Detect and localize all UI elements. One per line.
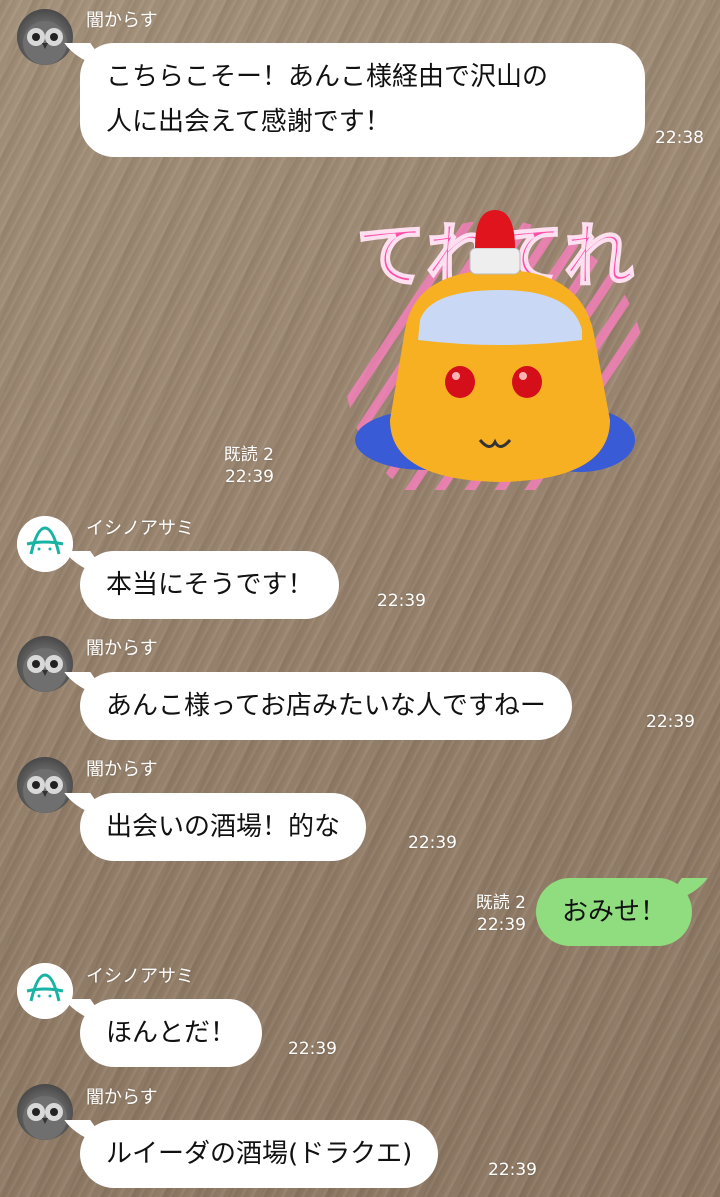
sender-name: 闇からす: [86, 1087, 158, 1108]
read-status: 既読 2: [475, 893, 526, 913]
message-time: 22:39: [477, 915, 526, 935]
message-time: 22:39: [646, 712, 695, 732]
message-time: 22:39: [377, 591, 426, 611]
message-time: 22:39: [225, 467, 274, 487]
sender-name: 闇からす: [86, 759, 158, 780]
read-receipt: 既読 2 22:39: [450, 892, 526, 936]
message-bubble[interactable]: 出会いの酒場！的な: [80, 793, 367, 861]
message-bubble[interactable]: ほんとだ！: [80, 999, 263, 1067]
message-bubble[interactable]: ルイーダの酒場(ドラクエ): [80, 1120, 439, 1188]
message-text-line: 人に出会えて感謝です！: [106, 107, 391, 137]
owl-avatar[interactable]: [17, 1084, 73, 1140]
message-time: 22:38: [655, 128, 704, 148]
message-time: 22:39: [488, 1160, 537, 1180]
sender-name: イシノアサミ: [86, 966, 194, 987]
message-text: おみせ！: [562, 897, 667, 927]
message-text: あんこ様ってお店みたいな人ですねー: [106, 691, 546, 721]
message-bubble[interactable]: こちらこそー！あんこ様経由で沢山の 人に出会えて感謝です！: [80, 43, 645, 157]
message-time: 22:39: [288, 1039, 337, 1059]
message-time: 22:39: [408, 833, 457, 853]
sender-name: 闇からす: [86, 638, 158, 659]
letter-a-avatar[interactable]: [17, 963, 73, 1019]
message-text-line: こちらこそー！あんこ様経由で沢山の: [106, 62, 549, 92]
sender-name: 闇からす: [86, 10, 158, 31]
message-text: ほんとだ！: [106, 1018, 237, 1048]
owl-avatar[interactable]: [17, 9, 73, 65]
message-text: ルイーダの酒場(ドラクエ): [106, 1139, 413, 1169]
letter-a-avatar[interactable]: [17, 516, 73, 572]
read-status: 既読 2: [223, 445, 274, 465]
message-bubble[interactable]: 本当にそうです！: [80, 551, 340, 619]
read-receipt: 既読 2 22:39: [200, 444, 274, 488]
message-text: 本当にそうです！: [106, 570, 314, 600]
sticker-image[interactable]: てれてれ: [310, 200, 680, 520]
sender-name: イシノアサミ: [86, 518, 194, 539]
owl-avatar[interactable]: [17, 636, 73, 692]
message-bubble-outgoing[interactable]: おみせ！: [536, 878, 693, 946]
message-text: 出会いの酒場！的な: [106, 812, 341, 842]
owl-avatar[interactable]: [17, 757, 73, 813]
message-bubble[interactable]: あんこ様ってお店みたいな人ですねー: [80, 672, 572, 740]
